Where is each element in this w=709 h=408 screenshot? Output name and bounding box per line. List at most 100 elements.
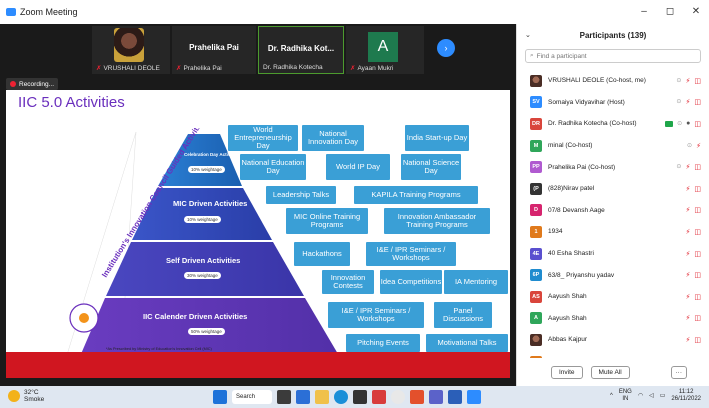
participant-status-icons: ⊙ ⚡ ◫: [676, 163, 701, 171]
close-button[interactable]: ✕: [683, 0, 709, 22]
participant-row[interactable]: 6P 63/8_ Priyanshu yadav ⚡ ◫: [517, 264, 709, 286]
video-off-icon: ◫: [694, 120, 701, 128]
video-thumbnail-active-speaker[interactable]: Dr. Radhika Kot... Dr. Radhika Kotecha: [258, 26, 344, 74]
participant-avatar: A: [530, 312, 542, 325]
mute-all-button[interactable]: Mute All: [590, 365, 630, 379]
participant-row[interactable]: PP Prahelika Pai (Co-host) ⊙ ⚡ ◫: [517, 156, 709, 178]
participant-name: 63/8_ Priyanshu yadav: [548, 271, 615, 279]
thumbnail-name: Dr. Radhika Kot...: [267, 44, 335, 53]
video-thumbnail[interactable]: A ✗ Ayaan Mukri: [346, 26, 424, 74]
chevron-up-icon[interactable]: ^: [610, 393, 613, 399]
video-thumbnail[interactable]: ✗ VRUSHALI DEOLE: [92, 26, 170, 74]
file-explorer-icon[interactable]: [315, 390, 329, 404]
participant-row[interactable]: ABAbdul Basit khan⚡◫: [517, 351, 709, 358]
participant-status-icons: ⚡ ◫: [685, 185, 701, 193]
thumbnail-label: VRUSHALI DEOLE: [103, 65, 160, 72]
store-icon[interactable]: [353, 390, 367, 404]
video-off-icon: ◫: [694, 185, 701, 193]
taskbar-search[interactable]: Search: [232, 390, 272, 404]
search-input[interactable]: [536, 52, 677, 60]
tier-label: MIC Driven Activities: [173, 199, 248, 208]
language-indicator[interactable]: ENG IN: [619, 389, 632, 402]
wifi-icon[interactable]: ◠: [638, 392, 643, 399]
word-icon[interactable]: [448, 390, 462, 404]
next-page-button[interactable]: ›: [437, 39, 455, 57]
thumbnail-label: Ayaan Mukri: [357, 65, 394, 72]
video-off-icon: ◫: [694, 228, 701, 236]
participant-row[interactable]: D 07/8 Devansh Aage ⚡ ◫: [517, 200, 709, 222]
participant-row[interactable]: SV Somaiya Vidyavihar (Host) ⊙ ⚡ ◫: [517, 92, 709, 114]
activity-box: Leadership Talks: [266, 186, 336, 204]
zoom-app-icon[interactable]: [467, 390, 481, 404]
task-view-icon[interactable]: [277, 390, 291, 404]
recording-indicator[interactable]: Recording...: [6, 78, 59, 90]
activity-box: MIC Online Training Programs: [286, 208, 368, 234]
participant-name: VRUSHALI DEOLE (Co-host, me): [548, 77, 646, 85]
participants-list[interactable]: VRUSHALI DEOLE (Co-host, me) ⊙ ⚡ ◫ SV Somaiya…: [517, 70, 709, 358]
activity-box: Innovation Ambassador Training Programs: [384, 208, 490, 234]
activity-box: I&E / IPR Seminars / Workshops: [328, 302, 424, 328]
windows-start-icon[interactable]: [213, 390, 227, 404]
participant-status-icons: ⊙ ⚡ ◫: [676, 77, 701, 85]
record-icon: [10, 81, 16, 87]
participant-avatar: 1: [530, 225, 542, 238]
participant-status-icons: ⊙ ● ◫: [665, 120, 701, 128]
participant-row[interactable]: VRUSHALI DEOLE (Co-host, me) ⊙ ⚡ ◫: [517, 70, 709, 92]
thumbnail-label: Dr. Radhika Kotecha: [263, 64, 323, 71]
volume-icon[interactable]: ◁: [649, 392, 654, 399]
activity-box: World Entrepreneurship Day: [228, 125, 298, 151]
participant-name: 07/8 Devansh Aage: [548, 206, 605, 214]
participant-status-icons: ⚡ ◫: [685, 271, 701, 279]
widgets-icon[interactable]: [296, 390, 310, 404]
participant-avatar: D: [530, 204, 542, 217]
participant-row[interactable]: 4E 40 Esha Shastri ⚡ ◫: [517, 243, 709, 265]
participant-row[interactable]: Abbas Kajpur ⚡ ◫: [517, 329, 709, 351]
office-icon[interactable]: [372, 390, 386, 404]
tier-label: IIC Calender Driven Activities: [143, 312, 248, 321]
share-icon: ⊙: [677, 120, 683, 127]
restore-button[interactable]: ◻: [657, 0, 683, 22]
mic-muted-icon: ⚡: [685, 315, 691, 323]
invite-button[interactable]: Invite: [551, 365, 583, 379]
activity-box: Idea Competitions: [380, 270, 442, 294]
participant-avatar: 4E: [530, 247, 542, 260]
participant-row[interactable]: Mminal (Co-host) ⊙ ⚡: [517, 135, 709, 157]
participant-status-icons: ⚡ ◫: [685, 293, 701, 301]
mic-muted-icon: ✗: [176, 65, 182, 72]
participant-row[interactable]: AS Aayush Shah ⚡ ◫: [517, 286, 709, 308]
mic-muted-icon: ⚡: [685, 185, 691, 193]
participant-row[interactable]: A Aayush Shah ⚡ ◫: [517, 308, 709, 330]
clock[interactable]: 11:12 26/11/2022: [671, 389, 701, 402]
avatar: A: [368, 32, 398, 62]
video-thumbnail-strip: ✗ VRUSHALI DEOLE Prahelika Pai ✗ Prahelika…: [0, 24, 516, 76]
chevron-down-icon[interactable]: ⌄: [525, 31, 531, 39]
participant-name: 1934: [548, 228, 563, 236]
temperature: 32°C: [24, 389, 39, 396]
weather-widget[interactable]: 32°C Smoke: [8, 389, 44, 403]
mic-icon: ●: [686, 119, 691, 127]
participant-status-icons: ⚡ ◫: [685, 206, 701, 214]
participant-avatar: M: [530, 139, 542, 152]
video-on-icon: [665, 120, 674, 127]
zoom-logo-icon: [6, 8, 16, 16]
participant-search[interactable]: ⌕: [525, 49, 701, 63]
participant-avatar: [530, 333, 542, 346]
edge-browser-icon[interactable]: [334, 390, 348, 404]
powerpoint-icon[interactable]: [410, 390, 424, 404]
activity-box: National Innovation Day: [302, 125, 364, 151]
chrome-icon[interactable]: [391, 390, 405, 404]
window-title: Zoom Meeting: [20, 7, 78, 17]
minimize-button[interactable]: –: [631, 0, 657, 22]
meeting-area: ✗ VRUSHALI DEOLE Prahelika Pai ✗ Prahelika…: [0, 24, 516, 386]
participants-title: Participants (139): [579, 30, 647, 40]
tier-label: Celebration Day Activities: [184, 152, 240, 157]
more-button[interactable]: ···: [670, 365, 687, 379]
participant-row[interactable]: DR Dr. Radhika Kotecha (Co-host) ⊙ ● ◫: [517, 113, 709, 135]
participant-row[interactable]: (P (828)Nirav patel ⚡ ◫: [517, 178, 709, 200]
battery-icon[interactable]: ▭: [660, 392, 666, 399]
participant-row[interactable]: 1 1934 ⚡ ◫: [517, 221, 709, 243]
zoom-window: Zoom Meeting – ◻ ✕ ✗ VRUSHALI DEOLE Prahe…: [0, 0, 709, 408]
teams-icon[interactable]: [429, 390, 443, 404]
video-thumbnail[interactable]: Prahelika Pai ✗ Prahelika Pai: [172, 26, 256, 74]
pyramid-tier-calendar: [81, 298, 338, 354]
